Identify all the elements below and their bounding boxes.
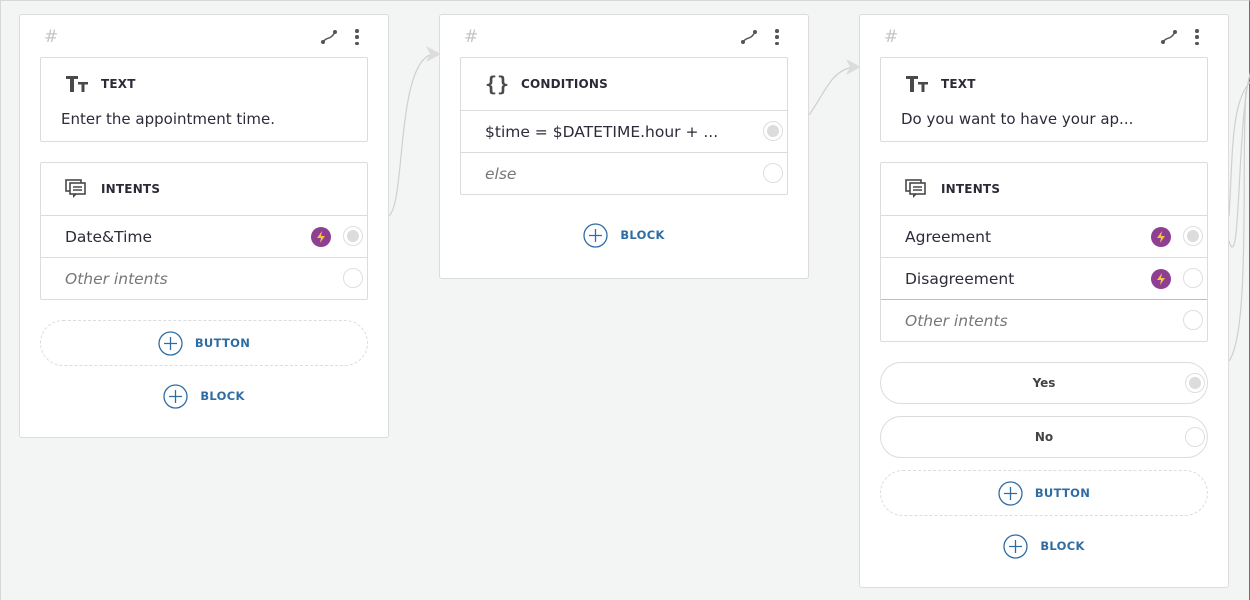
connection-port[interactable]: [763, 163, 783, 183]
add-block-label: BLOCK: [1040, 539, 1085, 553]
connection-port[interactable]: [1183, 310, 1203, 330]
reply-button-yes[interactable]: Yes: [880, 362, 1208, 404]
connect-icon[interactable]: [1160, 28, 1178, 46]
plus-circle-icon: [163, 383, 188, 409]
lightning-icon: [1151, 269, 1171, 289]
connector-node1-to-node2: [388, 53, 434, 217]
text-format-icon: [65, 73, 91, 95]
intent-label: Disagreement: [905, 269, 1015, 288]
add-button-label: BUTTON: [1034, 486, 1091, 500]
lightning-icon: [311, 227, 331, 247]
condition-label: $time = $DATETIME.hour + ...: [485, 122, 719, 141]
card-title: INTENTS: [941, 182, 1001, 196]
intent-label: Other intents: [905, 311, 1008, 330]
intent-row[interactable]: Other intents: [881, 299, 1207, 341]
flow-node-3[interactable]: # TEXT Do you want to have your ap... IN…: [859, 14, 1229, 588]
add-button-button[interactable]: BUTTON: [40, 320, 368, 366]
text-format-icon: [905, 73, 931, 95]
node-header: #: [440, 15, 808, 57]
intent-label: Agreement: [905, 227, 992, 246]
text-content[interactable]: Enter the appointment time.: [41, 110, 367, 140]
condition-row[interactable]: $time = $DATETIME.hour + ...: [461, 110, 787, 152]
connection-port[interactable]: [1183, 268, 1203, 288]
more-vertical-icon[interactable]: [773, 28, 781, 46]
condition-row[interactable]: else: [461, 152, 787, 194]
intent-row[interactable]: Agreement: [881, 215, 1207, 257]
card-title: TEXT: [941, 77, 976, 91]
conditions-card: {} CONDITIONS $time = $DATETIME.hour + .…: [460, 57, 788, 195]
intents-chat-icon: [65, 178, 91, 200]
add-block-label: BLOCK: [620, 228, 665, 242]
add-block-button[interactable]: BLOCK: [860, 516, 1228, 576]
intent-row[interactable]: Other intents: [41, 257, 367, 299]
card-title: CONDITIONS: [521, 77, 609, 91]
node-hash: #: [464, 27, 479, 47]
connector-node3-out-2: [1228, 90, 1247, 362]
reply-button-label: No: [1034, 430, 1054, 444]
add-block-label: BLOCK: [200, 389, 245, 403]
intents-chat-icon: [905, 178, 931, 200]
add-button-label: BUTTON: [194, 336, 251, 350]
connect-icon[interactable]: [320, 28, 338, 46]
connect-icon[interactable]: [740, 28, 758, 46]
card-title: INTENTS: [101, 182, 161, 196]
condition-label: else: [485, 164, 517, 183]
flow-canvas[interactable]: # TEXT Enter the appointment time. INTEN…: [0, 0, 1250, 600]
intent-row[interactable]: Date&Time: [41, 215, 367, 257]
connector-node3-out-1: [1228, 81, 1250, 217]
node-hash: #: [44, 27, 59, 47]
connection-port[interactable]: [763, 121, 783, 141]
text-card[interactable]: TEXT Do you want to have your ap...: [880, 57, 1208, 142]
add-block-button[interactable]: BLOCK: [440, 205, 808, 265]
reply-button-no[interactable]: No: [880, 416, 1208, 458]
plus-circle-icon: [1003, 533, 1028, 559]
intent-label: Other intents: [65, 269, 168, 288]
connection-port[interactable]: [343, 268, 363, 288]
reply-button-label: Yes: [1032, 376, 1056, 390]
more-vertical-icon[interactable]: [353, 28, 361, 46]
add-block-button[interactable]: BLOCK: [20, 366, 388, 426]
node-header: #: [860, 15, 1228, 57]
intents-card: INTENTS Agreement Disagreement Other int…: [880, 162, 1208, 342]
braces-icon: {}: [485, 72, 510, 96]
lightning-icon: [1151, 227, 1171, 247]
card-title: TEXT: [101, 77, 136, 91]
connection-port[interactable]: [1185, 373, 1205, 393]
intent-label: Date&Time: [65, 227, 153, 246]
plus-circle-icon: [158, 330, 183, 356]
add-button-button[interactable]: BUTTON: [880, 470, 1208, 516]
connector-node2-to-node3: [808, 66, 854, 116]
intents-card: INTENTS Date&Time Other intents: [40, 162, 368, 300]
intent-row[interactable]: Disagreement: [881, 257, 1207, 299]
flow-node-1[interactable]: # TEXT Enter the appointment time. INTEN…: [19, 14, 389, 438]
connection-port[interactable]: [1185, 427, 1205, 447]
node-header: #: [20, 15, 388, 57]
text-card[interactable]: TEXT Enter the appointment time.: [40, 57, 368, 142]
plus-circle-icon: [583, 222, 608, 248]
connection-port[interactable]: [343, 226, 363, 246]
plus-circle-icon: [998, 480, 1023, 506]
more-vertical-icon[interactable]: [1193, 28, 1201, 46]
flow-node-2[interactable]: # {} CONDITIONS $time = $DATETIME.hour +…: [439, 14, 809, 279]
node-hash: #: [884, 27, 899, 47]
connection-port[interactable]: [1183, 226, 1203, 246]
connector-node3-out-3: [1228, 72, 1250, 248]
text-content[interactable]: Do you want to have your ap...: [881, 110, 1207, 140]
